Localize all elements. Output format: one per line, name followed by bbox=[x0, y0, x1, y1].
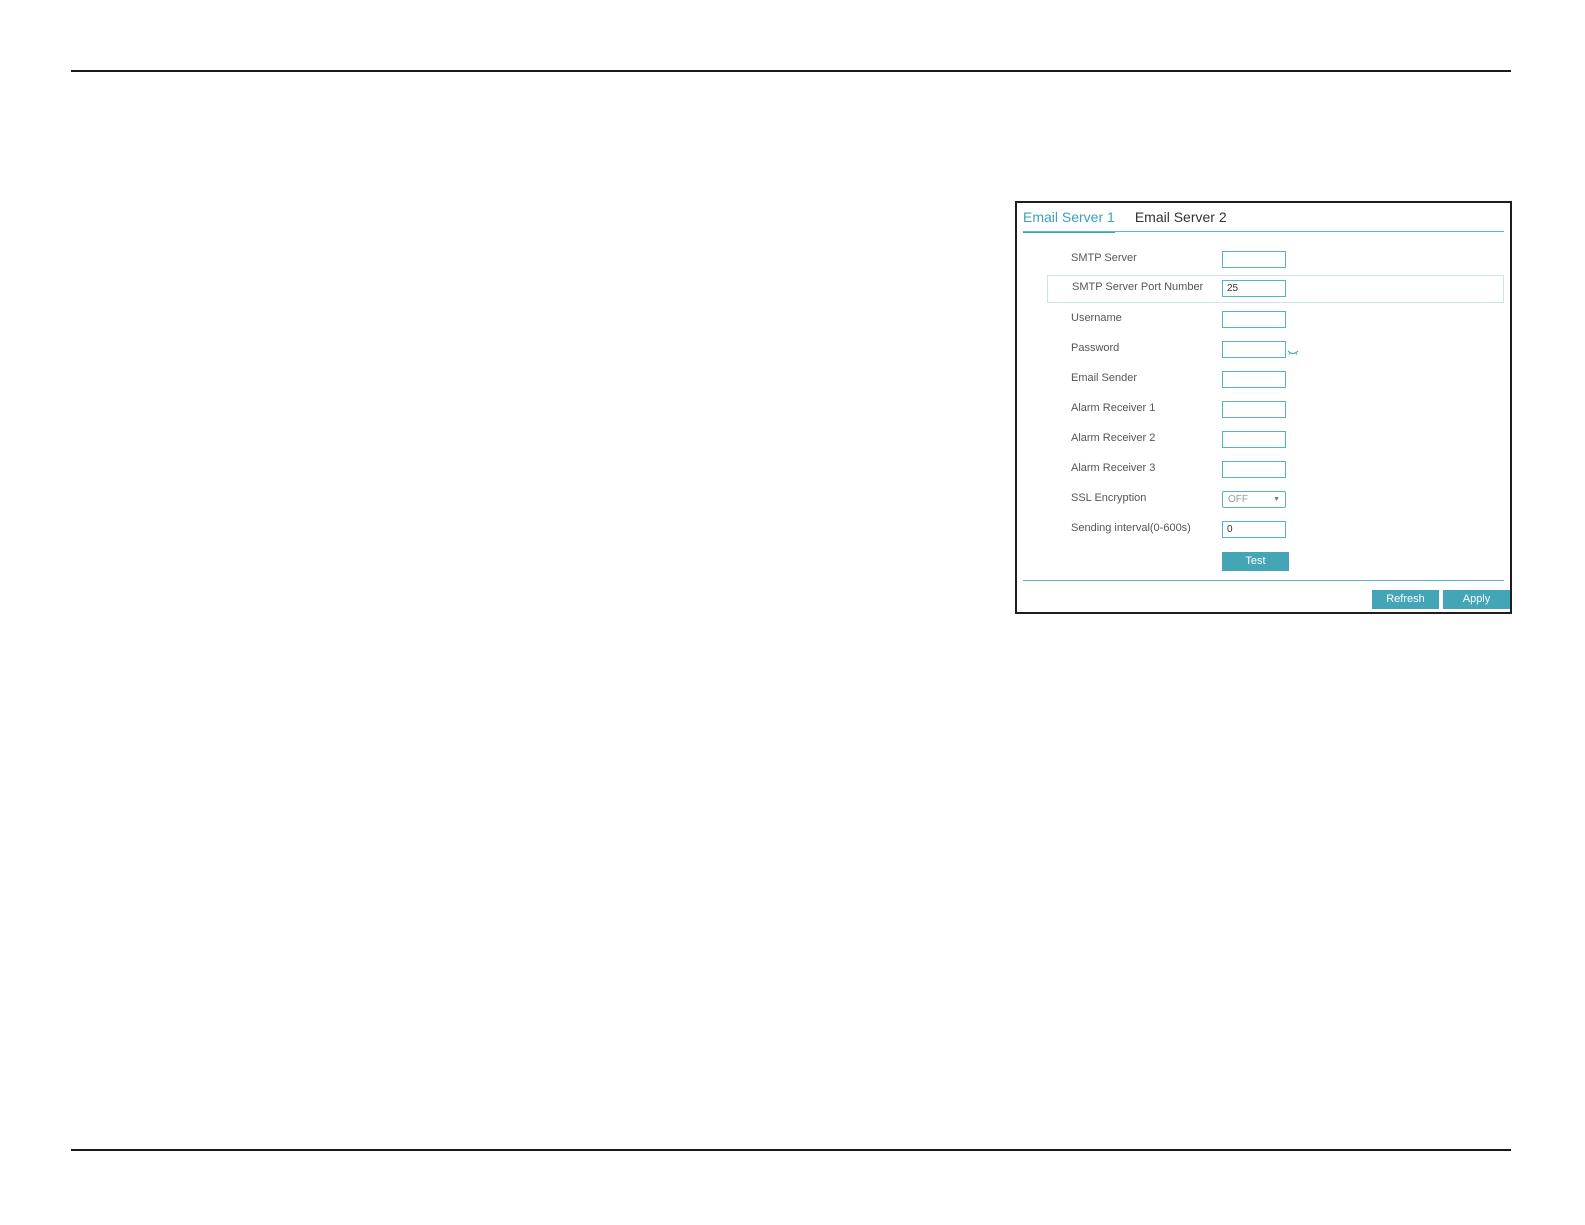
row-alarm-receiver-1: Alarm Receiver 1 bbox=[1047, 396, 1504, 424]
row-smtp-server: SMTP Server bbox=[1047, 246, 1504, 274]
alarm-receiver-1-label: Alarm Receiver 1 bbox=[1071, 402, 1156, 414]
row-alarm-receiver-3: Alarm Receiver 3 bbox=[1047, 456, 1504, 484]
sending-interval-label: Sending interval(0-600s) bbox=[1071, 522, 1191, 534]
smtp-server-input[interactable] bbox=[1222, 251, 1286, 268]
page-bottom-rule bbox=[71, 1149, 1511, 1151]
smtp-port-input[interactable] bbox=[1222, 280, 1286, 297]
tab-bar: Email Server 1 Email Server 2 bbox=[1023, 207, 1247, 233]
row-password: Password bbox=[1047, 336, 1504, 364]
test-button[interactable]: Test bbox=[1222, 552, 1289, 571]
apply-button[interactable]: Apply bbox=[1443, 590, 1510, 609]
email-sender-input[interactable] bbox=[1222, 371, 1286, 388]
row-alarm-receiver-2: Alarm Receiver 2 bbox=[1047, 426, 1504, 454]
ssl-encryption-select[interactable]: OFF ▼ bbox=[1222, 491, 1286, 508]
alarm-receiver-1-input[interactable] bbox=[1222, 401, 1286, 418]
smtp-server-label: SMTP Server bbox=[1071, 252, 1137, 264]
page-top-rule bbox=[71, 70, 1511, 72]
email-settings-panel: Email Server 1 Email Server 2 SMTP Serve… bbox=[1015, 201, 1512, 614]
show-password-eye-icon[interactable] bbox=[1287, 349, 1299, 357]
alarm-receiver-2-input[interactable] bbox=[1222, 431, 1286, 448]
username-input[interactable] bbox=[1222, 311, 1286, 328]
row-username: Username bbox=[1047, 306, 1504, 334]
refresh-button[interactable]: Refresh bbox=[1372, 590, 1439, 609]
alarm-receiver-2-label: Alarm Receiver 2 bbox=[1071, 432, 1156, 444]
row-ssl-encryption: SSL Encryption OFF ▼ bbox=[1047, 486, 1504, 514]
row-smtp-port: SMTP Server Port Number bbox=[1047, 275, 1504, 303]
footer-divider bbox=[1023, 580, 1504, 581]
username-label: Username bbox=[1071, 312, 1122, 324]
dropdown-arrow-icon: ▼ bbox=[1273, 496, 1280, 503]
alarm-receiver-3-input[interactable] bbox=[1222, 461, 1286, 478]
password-input[interactable] bbox=[1222, 341, 1286, 358]
row-email-sender: Email Sender bbox=[1047, 366, 1504, 394]
ssl-encryption-label: SSL Encryption bbox=[1071, 492, 1147, 504]
alarm-receiver-3-label: Alarm Receiver 3 bbox=[1071, 462, 1156, 474]
row-sending-interval: Sending interval(0-600s) bbox=[1047, 516, 1504, 544]
password-label: Password bbox=[1071, 342, 1120, 354]
ssl-encryption-value: OFF bbox=[1228, 494, 1248, 505]
tab-email-server-2[interactable]: Email Server 2 bbox=[1135, 207, 1227, 233]
sending-interval-input[interactable] bbox=[1222, 521, 1286, 538]
email-sender-label: Email Sender bbox=[1071, 372, 1138, 384]
smtp-port-label: SMTP Server Port Number bbox=[1072, 281, 1204, 293]
tab-email-server-1[interactable]: Email Server 1 bbox=[1023, 207, 1115, 233]
tab-bar-divider bbox=[1023, 231, 1504, 232]
